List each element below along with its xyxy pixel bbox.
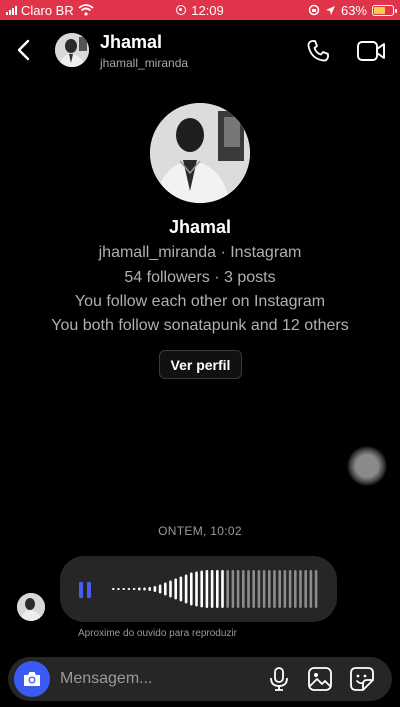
profile-follow-line: You follow each other on Instagram bbox=[74, 293, 326, 310]
waveform-bar bbox=[184, 574, 188, 604]
waveform-bar bbox=[257, 570, 261, 608]
screen-record-icon bbox=[176, 5, 187, 15]
waveform-bar bbox=[236, 570, 240, 608]
battery-level bbox=[374, 6, 386, 14]
avatar-image bbox=[55, 33, 89, 67]
video-camera-icon[interactable] bbox=[356, 38, 386, 64]
carrier-label: Claro BR bbox=[21, 2, 74, 18]
waveform-bar bbox=[122, 588, 125, 590]
floating-touch-indicator bbox=[347, 446, 387, 486]
waveform-bar bbox=[200, 570, 203, 608]
location-icon bbox=[325, 5, 335, 15]
profile-mutual-line: You both follow sonatapunk and 12 others bbox=[51, 317, 349, 334]
waveform-bar bbox=[268, 570, 271, 608]
waveform-bar bbox=[221, 570, 224, 608]
waveform-bar bbox=[190, 572, 193, 606]
waveform-bar bbox=[304, 570, 307, 608]
waveform-bar bbox=[294, 570, 297, 608]
camera-icon bbox=[24, 672, 40, 686]
rotation-lock-icon bbox=[308, 4, 320, 16]
chat-header: Jhamal jhamall_miranda bbox=[0, 20, 400, 82]
camera-button[interactable] bbox=[14, 661, 50, 697]
waveform-bar bbox=[132, 588, 136, 590]
back-icon[interactable] bbox=[12, 38, 36, 62]
waveform-bar bbox=[309, 570, 313, 608]
sender-avatar[interactable] bbox=[17, 593, 45, 621]
waveform-bar bbox=[278, 570, 281, 608]
view-profile-button[interactable]: Ver perfil bbox=[159, 350, 242, 379]
sticker-icon[interactable] bbox=[349, 666, 375, 692]
waveform-bar bbox=[288, 570, 292, 608]
message-input[interactable] bbox=[60, 665, 250, 693]
waveform-bar bbox=[231, 570, 235, 608]
wifi-icon bbox=[78, 4, 94, 16]
header-avatar[interactable] bbox=[55, 33, 89, 67]
battery-icon bbox=[372, 4, 397, 16]
waveform-bar bbox=[117, 588, 120, 590]
waveform-bar bbox=[283, 570, 287, 608]
waveform-bar bbox=[164, 582, 167, 596]
waveform-bar bbox=[174, 578, 177, 600]
waveform-bar bbox=[262, 570, 266, 608]
waveform-bar bbox=[195, 571, 198, 607]
message-timestamp: ONTEM, 10:02 bbox=[158, 524, 242, 538]
waveform-bar bbox=[112, 588, 115, 590]
audio-hint: Aproxime do ouvido para reproduzir bbox=[78, 628, 237, 639]
waveform-bar bbox=[299, 570, 302, 608]
battery-percent: 63% bbox=[340, 2, 367, 18]
status-bar: Claro BR 12:09 63% bbox=[0, 0, 400, 20]
waveform-bar bbox=[127, 588, 131, 590]
waveform-bar bbox=[169, 580, 172, 598]
waveform-bar bbox=[158, 584, 162, 594]
profile-name: Jhamal bbox=[168, 217, 232, 237]
waveform-bar bbox=[138, 587, 141, 591]
profile-stats-line: 54 followers · 3 posts bbox=[124, 269, 276, 286]
profile-handle-line: jhamall_miranda · Instagram bbox=[98, 244, 302, 261]
profile-picture[interactable] bbox=[150, 103, 250, 203]
message-composer bbox=[8, 657, 392, 701]
audio-message[interactable] bbox=[60, 556, 337, 622]
waveform-bar bbox=[148, 587, 151, 591]
waveform-bar bbox=[179, 576, 183, 602]
waveform-bar bbox=[242, 570, 245, 608]
waveform-bar bbox=[314, 570, 318, 608]
status-left: Claro BR bbox=[6, 3, 146, 18]
microphone-icon[interactable] bbox=[266, 666, 292, 692]
signal-icon bbox=[6, 5, 17, 15]
waveform-bar bbox=[205, 570, 209, 608]
waveform-bar bbox=[247, 570, 250, 608]
pause-icon[interactable] bbox=[79, 582, 93, 598]
audio-waveform[interactable] bbox=[108, 566, 323, 612]
waveform-bar bbox=[210, 570, 214, 608]
avatar-image bbox=[17, 593, 45, 621]
header-name[interactable]: Jhamal bbox=[100, 32, 162, 53]
waveform-bar bbox=[216, 570, 219, 608]
clock: 12:09 bbox=[191, 2, 224, 18]
phone-icon[interactable] bbox=[305, 38, 331, 64]
waveform-bar bbox=[143, 587, 146, 591]
profile-image bbox=[150, 103, 250, 203]
waveform-bar bbox=[226, 570, 229, 608]
header-handle: jhamall_miranda bbox=[100, 56, 189, 70]
status-right: 63% bbox=[254, 2, 397, 18]
waveform-bar bbox=[273, 570, 276, 608]
waveform-bar bbox=[153, 586, 157, 592]
status-center: 12:09 bbox=[146, 3, 254, 18]
waveform-bar bbox=[252, 570, 255, 608]
image-icon[interactable] bbox=[307, 666, 333, 692]
